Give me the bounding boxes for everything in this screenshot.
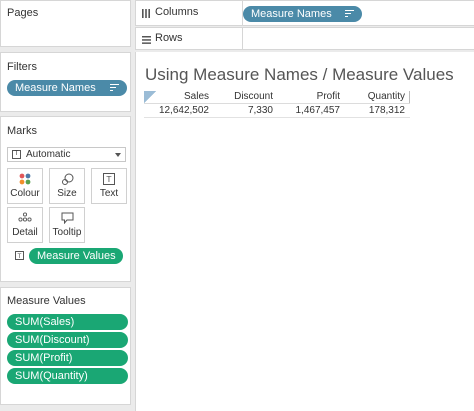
colour-button[interactable]: Colour [7,168,43,204]
measure-pill-sum-discount[interactable]: SUM(Discount) [7,332,128,348]
rows-shelf-label: Rows [155,32,183,44]
header-sales[interactable]: Sales [184,91,209,102]
rows-shelf-icon [142,35,151,44]
measure-pill-label: SUM(Sales) [15,316,75,328]
text-table: Sales Discount Profit Quantity 12,642,50… [144,90,410,118]
text-button[interactable]: T Text [91,168,127,204]
mark-type-value: Automatic [26,149,71,160]
detail-button[interactable]: Detail [7,207,43,243]
text-encoding-icon: T [15,251,24,260]
sort-icon [110,84,119,92]
filters-panel: Filters Measure Names [0,52,131,112]
value-sales: 12,642,502 [158,105,209,116]
tooltip-button[interactable]: Tooltip [49,207,85,243]
sheet-title: Using Measure Names / Measure Values [145,65,454,84]
pages-title: Pages [7,7,39,19]
header-row: Sales Discount Profit Quantity [144,90,410,104]
svg-text:T: T [17,253,22,260]
marks-panel: Marks T Automatic Colour Size T Text Det… [0,116,131,282]
column-resize-handle[interactable] [409,91,410,103]
header-discount[interactable]: Discount [234,91,273,102]
marks-title: Marks [7,125,37,137]
tooltip-label: Tooltip [52,227,82,238]
text-pill-label: Measure Values [37,250,116,262]
sort-icon [345,10,354,18]
header-profit[interactable]: Profit [317,91,340,102]
columns-shelf-icon [142,9,150,18]
measure-pill-sum-profit[interactable]: SUM(Profit) [7,350,128,366]
columns-pill-label: Measure Names [251,8,332,20]
measure-pill-label: SUM(Profit) [15,352,73,364]
chevron-down-icon [115,153,121,157]
size-icon [50,169,84,188]
detail-label: Detail [12,227,38,238]
filters-measure-names-pill[interactable]: Measure Names [7,80,127,96]
measure-pill-sum-sales[interactable]: SUM(Sales) [7,314,128,330]
value-discount: 7,330 [247,105,273,116]
text-measure-values-pill[interactable]: Measure Values [29,248,123,264]
colour-label: Colour [10,188,40,199]
value-profit: 1,467,457 [295,105,341,116]
rows-shelf[interactable]: Rows [135,27,474,50]
rows-drop-zone[interactable] [242,28,474,49]
view-canvas: Using Measure Names / Measure Values Sal… [135,52,474,411]
detail-dots-icon [8,208,42,227]
columns-measure-names-pill[interactable]: Measure Names [243,6,362,22]
columns-shelf[interactable]: Columns Measure Names [135,0,474,26]
pages-panel: Pages [0,0,131,47]
filters-pill-label: Measure Names [15,82,96,94]
measure-pill-label: SUM(Discount) [15,334,90,346]
measure-pill-label: SUM(Quantity) [15,370,88,382]
value-quantity: 178,312 [368,105,405,116]
text-icon: T [92,169,126,188]
tooltip-icon [50,208,84,227]
size-button[interactable]: Size [49,168,85,204]
text-label: Text [99,188,119,199]
columns-shelf-label: Columns [155,6,199,18]
filters-title: Filters [7,61,37,73]
text-mark-icon: T [12,150,21,159]
size-label: Size [57,188,77,199]
table-row: 12,642,502 7,330 1,467,457 178,312 [144,104,410,118]
header-quantity[interactable]: Quantity [368,91,405,102]
measure-values-title: Measure Values [7,295,86,307]
colour-dots-icon [8,169,42,188]
measure-pill-sum-quantity[interactable]: SUM(Quantity) [7,368,128,384]
measure-values-panel: Measure Values SUM(Sales) SUM(Discount) … [0,287,131,405]
corner-icon [144,91,157,103]
mark-type-dropdown[interactable]: T Automatic [7,147,126,162]
svg-text:T: T [106,175,112,184]
